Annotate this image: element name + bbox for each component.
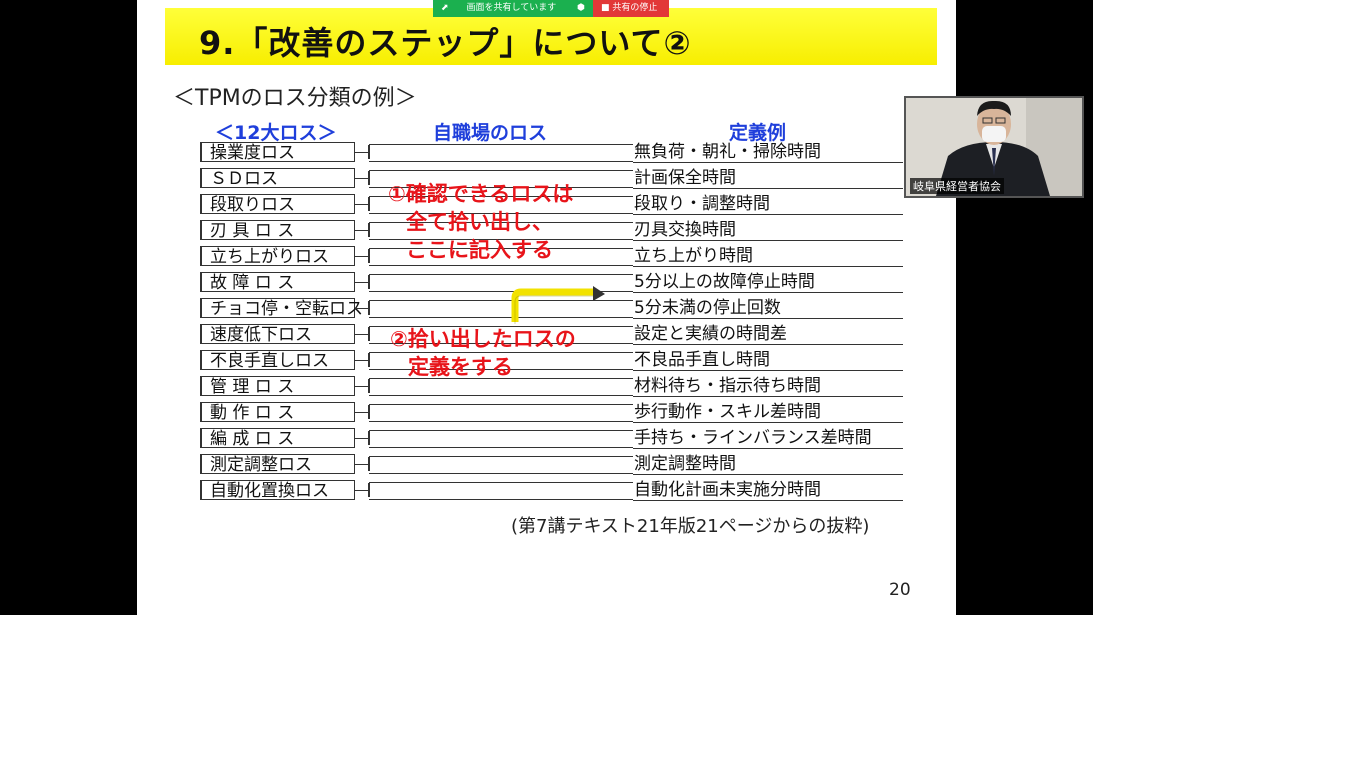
stop-icon: ■	[601, 3, 610, 13]
definition-underline	[633, 474, 903, 475]
participant-video[interactable]: 岐阜県経営者協会	[904, 96, 1084, 198]
own-loss-cell	[369, 404, 633, 422]
loss-name: 立ち上がりロス	[200, 246, 355, 267]
connector-line	[355, 438, 369, 439]
note-step-1-line-1: ①確認できるロスは	[388, 182, 574, 206]
col-head-definition: 定義例	[729, 122, 787, 144]
definition-text: 設定と実績の時間差	[634, 324, 787, 344]
definition-underline	[633, 370, 903, 371]
loss-name: 段取りロス	[200, 194, 355, 215]
connector-line	[355, 178, 369, 179]
note-step-2-line-1: ②拾い出したロスの	[390, 327, 576, 351]
stop-share-label: 共有の停止	[612, 3, 658, 13]
definition-underline	[633, 500, 903, 501]
definition-text: 段取り・調整時間	[634, 194, 770, 214]
definition-text: 5分以上の故障停止時間	[634, 272, 815, 292]
col-head-own-workplace: 自職場のロス	[433, 122, 548, 144]
connector-line	[355, 334, 369, 335]
participant-name: 岐阜県経営者協会	[910, 178, 1004, 194]
definition-underline	[633, 344, 903, 345]
definition-text: 無負荷・朝礼・掃除時間	[634, 142, 821, 162]
definition-underline	[633, 214, 903, 215]
definition-underline	[633, 162, 903, 163]
own-loss-cell	[369, 456, 633, 474]
sharing-label: 画面を共有しています	[466, 3, 557, 13]
own-loss-cell	[369, 430, 633, 448]
connector-line	[355, 386, 369, 387]
connector-line	[355, 308, 369, 309]
definition-text: 不良品手直し時間	[634, 350, 770, 370]
connector-line	[355, 152, 369, 153]
definition-text: 測定調整時間	[634, 454, 736, 474]
definition-text: 材料待ち・指示待ち時間	[634, 376, 821, 396]
note-step-1: ①確認できるロスは 全て拾い出し、 ここに記入する	[388, 180, 573, 264]
loss-name: 自動化置換ロス	[200, 480, 355, 501]
shield-icon: ⬢	[577, 3, 585, 13]
slide-subtitle: ＜TPMのロス分類の例＞	[173, 86, 417, 111]
definition-underline	[633, 292, 903, 293]
stop-share-button[interactable]: ■ 共有の停止	[593, 0, 669, 17]
share-icon: ⬈	[441, 3, 449, 13]
definition-underline	[633, 422, 903, 423]
sharing-status[interactable]: ⬈ 画面を共有しています ⬢	[433, 0, 593, 17]
connector-line	[355, 360, 369, 361]
definition-underline	[633, 240, 903, 241]
loss-name: 不良手直しロス	[200, 350, 355, 371]
note-step-2: ②拾い出したロスの 定義をする	[390, 325, 576, 381]
definition-text: 手持ち・ラインバランス差時間	[634, 428, 872, 448]
loss-name: 編 成 ロ ス	[200, 428, 355, 449]
definition-underline	[633, 266, 903, 267]
note-step-1-line-3: ここに記入する	[406, 238, 553, 262]
definition-text: 計画保全時間	[634, 168, 736, 188]
connector-line	[355, 412, 369, 413]
loss-name: 操業度ロス	[200, 142, 355, 163]
definition-text: 立ち上がり時間	[634, 246, 753, 266]
definition-text: 歩行動作・スキル差時間	[634, 402, 821, 422]
loss-name: チョコ停・空転ロス	[200, 298, 363, 319]
loss-name: ＳＤロス	[200, 168, 355, 189]
source-note: (第7講テキスト21年版21ページからの抜粋)	[511, 516, 870, 537]
page-number: 20	[889, 580, 911, 600]
connector-line	[355, 464, 369, 465]
note-step-2-line-2: 定義をする	[408, 355, 513, 379]
connector-line	[355, 490, 369, 491]
own-loss-cell	[369, 482, 633, 500]
loss-name: 刃 具 ロ ス	[200, 220, 355, 241]
arrow-icon	[511, 286, 605, 324]
connector-line	[355, 282, 369, 283]
note-step-1-line-2: 全て拾い出し、	[406, 210, 553, 234]
definition-text: 刃具交換時間	[634, 220, 736, 240]
definition-text: 5分未満の停止回数	[634, 298, 781, 318]
definition-underline	[633, 318, 903, 319]
definition-underline	[633, 188, 903, 189]
loss-name: 動 作 ロ ス	[200, 402, 355, 423]
share-toolbar: ⬈ 画面を共有しています ⬢ ■ 共有の停止	[433, 0, 669, 17]
col-head-12-losses: ＜12大ロス＞	[215, 122, 337, 144]
connector-line	[355, 204, 369, 205]
loss-name: 速度低下ロス	[200, 324, 355, 345]
slide-title: 9.「改善のステップ」について②	[199, 24, 692, 62]
loss-name: 測定調整ロス	[200, 454, 355, 475]
connector-line	[355, 256, 369, 257]
connector-line	[355, 230, 369, 231]
presentation-slide: 9.「改善のステップ」について② ＜TPMのロス分類の例＞ ＜12大ロス＞ 自職…	[137, 0, 956, 615]
definition-text: 自動化計画未実施分時間	[634, 480, 821, 500]
definition-underline	[633, 396, 903, 397]
definition-underline	[633, 448, 903, 449]
own-loss-cell	[369, 144, 633, 162]
loss-name: 故 障 ロ ス	[200, 272, 355, 293]
loss-name: 管 理 ロ ス	[200, 376, 355, 397]
screen-share-area: 9.「改善のステップ」について② ＜TPMのロス分類の例＞ ＜12大ロス＞ 自職…	[0, 0, 1093, 615]
